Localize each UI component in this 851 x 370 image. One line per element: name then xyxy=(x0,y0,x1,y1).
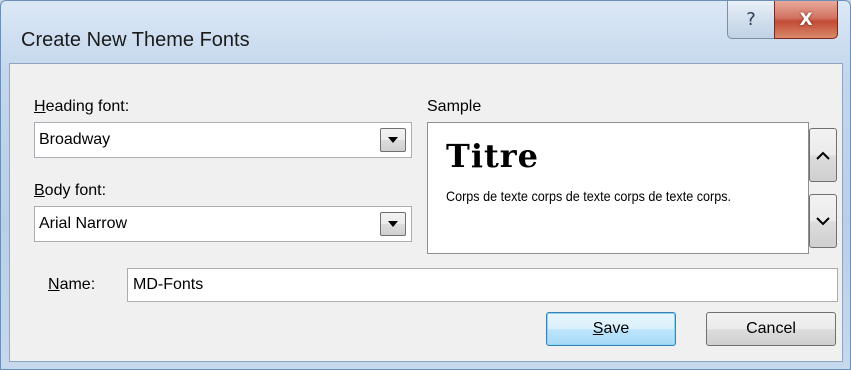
close-button[interactable]: X xyxy=(774,1,838,39)
sample-preview: Titre Corps de texte corps de texte corp… xyxy=(427,122,809,254)
close-icon: X xyxy=(799,9,813,30)
help-button[interactable]: ? xyxy=(727,1,775,39)
sample-label: Sample xyxy=(427,98,482,115)
chevron-down-icon xyxy=(816,216,830,225)
heading-font-select[interactable]: Broadway xyxy=(34,122,412,158)
heading-font-label: Heading font: xyxy=(34,98,130,115)
body-font-value: Arial Narrow xyxy=(39,215,128,232)
cancel-button[interactable]: Cancel xyxy=(706,312,836,346)
sample-scroll-down-button[interactable] xyxy=(809,194,837,248)
save-button[interactable]: Save xyxy=(546,312,676,346)
chevron-down-icon xyxy=(388,137,398,143)
heading-font-dropdown-button[interactable] xyxy=(380,128,406,152)
sample-scroll-up-button[interactable] xyxy=(809,128,837,182)
body-font-select[interactable]: Arial Narrow xyxy=(34,206,412,242)
sample-body-text: Corps de texte corps de texte corps de t… xyxy=(446,188,732,204)
dialog-client-area: Heading font: Broadway Body font: Arial … xyxy=(9,63,843,362)
name-input[interactable] xyxy=(128,269,837,301)
name-field[interactable] xyxy=(127,268,838,302)
name-label: Name: xyxy=(48,276,96,293)
sample-heading-text: Titre xyxy=(446,137,539,175)
title-bar: Create New Theme Fonts ? X xyxy=(1,1,850,63)
chevron-down-icon xyxy=(388,221,398,227)
heading-font-value: Broadway xyxy=(39,131,111,148)
body-font-label: Body font: xyxy=(34,182,107,199)
body-font-dropdown-button[interactable] xyxy=(380,212,406,236)
help-icon: ? xyxy=(746,9,756,30)
create-theme-fonts-dialog: Create New Theme Fonts ? X Heading font:… xyxy=(0,0,851,370)
window-title: Create New Theme Fonts xyxy=(21,29,250,51)
chevron-up-icon xyxy=(816,151,830,160)
